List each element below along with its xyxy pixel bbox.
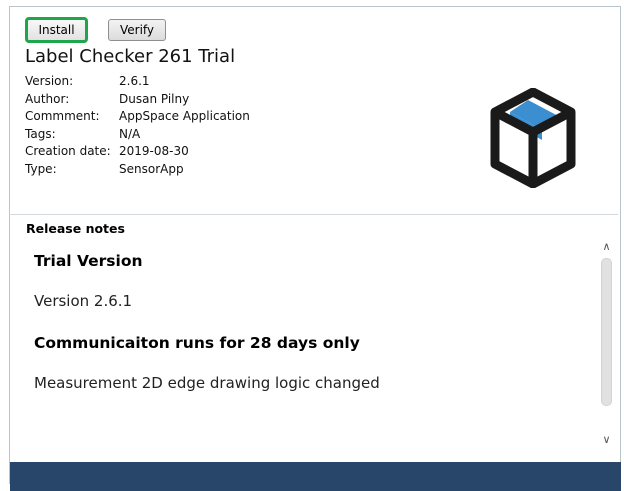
detail-row-version: Version: 2.6.1 [25, 73, 250, 91]
release-notes-content[interactable]: Trial Version Version 2.6.1 Communicaito… [10, 238, 598, 460]
detail-value: 2019-08-30 [119, 144, 189, 159]
detail-label: Version: [25, 74, 74, 88]
scroll-up-icon[interactable]: ∧ [598, 238, 615, 255]
detail-label: Creation date: [25, 144, 111, 159]
release-notes-trial-limit: Communicaiton runs for 28 days only [34, 334, 360, 352]
app-title: Label Checker 261 Trial [25, 46, 236, 67]
detail-value: N/A [119, 126, 141, 141]
verify-button[interactable]: Verify [108, 19, 166, 41]
install-button[interactable]: Install [25, 17, 88, 43]
scroll-thumb[interactable] [601, 258, 612, 406]
package-box-icon [488, 87, 578, 189]
detail-value: Dusan Pilny [119, 91, 190, 106]
detail-value: 2.6.1 [119, 74, 150, 88]
detail-label: Type: [25, 161, 57, 176]
detail-label: Tags: [25, 126, 56, 141]
release-notes-scrollbar[interactable]: ∧ ∨ [598, 238, 615, 456]
app-details: Version: 2.6.1 Author: Dusan Pilny Commm… [25, 73, 250, 179]
release-notes-change: Measurement 2D edge drawing logic change… [34, 374, 380, 392]
detail-row-author: Author: Dusan Pilny [25, 91, 250, 109]
detail-label: Commment: [25, 109, 100, 124]
detail-label: Author: [25, 91, 70, 106]
detail-row-comment: Commment: AppSpace Application [25, 108, 250, 126]
release-notes-version: Version 2.6.1 [34, 292, 133, 310]
section-divider [9, 214, 618, 215]
bottom-bar [10, 462, 621, 491]
release-notes-heading: Trial Version [34, 252, 143, 270]
scroll-down-icon[interactable]: ∨ [598, 431, 615, 448]
detail-value: AppSpace Application [119, 109, 250, 124]
detail-row-tags: Tags: N/A [25, 126, 250, 144]
release-notes-header: Release notes [26, 221, 125, 236]
detail-value: SensorApp [119, 161, 184, 176]
detail-row-type: Type: SensorApp [25, 161, 250, 179]
detail-row-creation-date: Creation date: 2019-08-30 [25, 143, 250, 161]
